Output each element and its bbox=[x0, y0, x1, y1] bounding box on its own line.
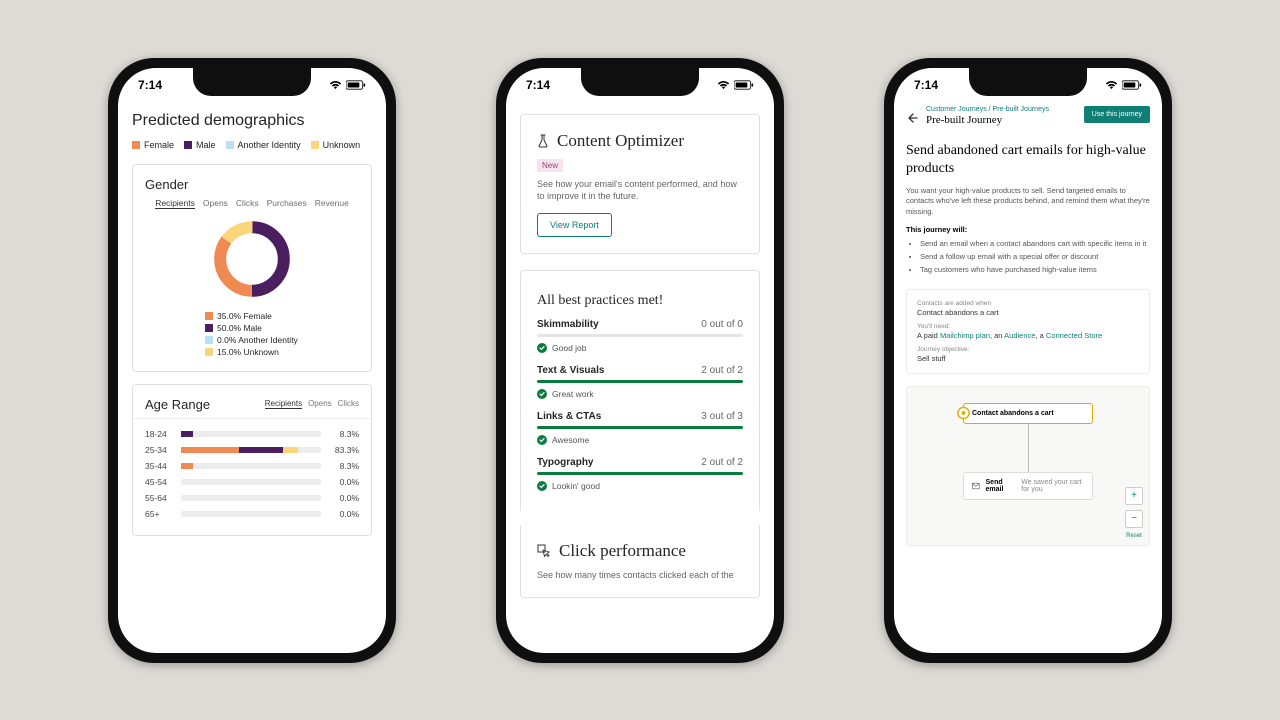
tab-opens[interactable]: Opens bbox=[203, 198, 228, 209]
age-card-title: Age Range bbox=[145, 397, 210, 412]
check-icon bbox=[537, 481, 547, 491]
journey-flow-canvas[interactable]: Contact abandons a cart Send email We sa… bbox=[906, 386, 1150, 546]
tab-recipients[interactable]: Recipients bbox=[265, 399, 302, 409]
battery-icon bbox=[346, 80, 366, 90]
age-row-18-24: 18-248.3% bbox=[145, 429, 359, 439]
age-row-35-44: 35-448.3% bbox=[145, 461, 359, 471]
wifi-icon bbox=[1105, 80, 1118, 90]
breadcrumb[interactable]: Customer Journeys / Pre-built Journeys bbox=[926, 106, 1049, 113]
new-badge: New bbox=[537, 159, 563, 172]
metric-text-visuals: Text & Visuals2 out of 2 Great work bbox=[537, 365, 743, 399]
swatch-female bbox=[132, 141, 140, 149]
practices-title: All best practices met! bbox=[537, 293, 743, 309]
age-row-25-34: 25-3483.3% bbox=[145, 445, 359, 455]
tab-clicks[interactable]: Clicks bbox=[236, 198, 259, 209]
click-performance-card: Click performance See how many times con… bbox=[520, 525, 760, 599]
status-time: 7:14 bbox=[526, 78, 550, 92]
metric-skimmability: Skimmability0 out of 0 Good job bbox=[537, 319, 743, 353]
flow-email-node[interactable]: Send email We saved your cart for you bbox=[963, 472, 1093, 500]
phone-demographics: 7:14 Predicted demographics Female Male … bbox=[108, 58, 396, 663]
practices-card: All best practices met! Skimmability0 ou… bbox=[520, 270, 760, 511]
notch bbox=[581, 68, 699, 96]
gender-card-title: Gender bbox=[145, 177, 359, 192]
page-title: Predicted demographics bbox=[132, 112, 372, 130]
link-audience[interactable]: Audience bbox=[1004, 331, 1035, 340]
status-time: 7:14 bbox=[914, 78, 938, 92]
journey-will-list: Send an email when a contact abandons ca… bbox=[920, 238, 1150, 276]
check-icon bbox=[537, 343, 547, 353]
swatch-male bbox=[184, 141, 192, 149]
age-row-45-54: 45-540.0% bbox=[145, 477, 359, 487]
journey-headline: Send abandoned cart emails for high-valu… bbox=[906, 142, 1150, 178]
flow-connector bbox=[1028, 424, 1029, 472]
phone-optimizer: 7:14 Content Optimizer New See how your … bbox=[496, 58, 784, 663]
phone-journey: 7:14 Customer Journeys / Pre-built Journ… bbox=[884, 58, 1172, 663]
link-mailchimp-plan[interactable]: Mailchimp plan bbox=[940, 331, 990, 340]
link-connected-store[interactable]: Connected Store bbox=[1046, 331, 1102, 340]
click-perf-desc: See how many times contacts clicked each… bbox=[537, 569, 743, 582]
journey-will-label: This journey will: bbox=[906, 225, 1150, 234]
donut-legend: 35.0% Female 50.0% Male 0.0% Another Ide… bbox=[205, 311, 359, 357]
back-arrow-icon[interactable] bbox=[906, 112, 918, 124]
breadcrumb-title: Pre-built Journey bbox=[926, 114, 1049, 126]
metric-typography: Typography2 out of 2 Lookin' good bbox=[537, 457, 743, 491]
start-point-icon bbox=[957, 407, 970, 420]
wifi-icon bbox=[717, 80, 730, 90]
legend: Female Male Another Identity Unknown bbox=[132, 140, 372, 150]
flow-start-node[interactable]: Contact abandons a cart bbox=[963, 403, 1093, 424]
tab-clicks[interactable]: Clicks bbox=[338, 399, 359, 409]
age-row-65: 65+0.0% bbox=[145, 509, 359, 519]
journey-info-box: Contacts are added when Contact abandons… bbox=[906, 289, 1150, 374]
flask-icon bbox=[537, 134, 549, 148]
zoom-out-button[interactable]: − bbox=[1125, 510, 1143, 528]
tab-recipients[interactable]: Recipients bbox=[155, 198, 195, 209]
age-tabs[interactable]: Recipients Opens Clicks bbox=[265, 399, 359, 409]
gender-tabs[interactable]: Recipients Opens Clicks Purchases Revenu… bbox=[145, 198, 359, 209]
click-icon bbox=[537, 544, 551, 558]
view-report-button[interactable]: View Report bbox=[537, 213, 612, 237]
tab-purchases[interactable]: Purchases bbox=[267, 198, 307, 209]
journey-desc: You want your high-value products to sel… bbox=[906, 186, 1150, 218]
zoom-reset-button[interactable]: Reset bbox=[1125, 533, 1143, 539]
envelope-icon bbox=[972, 481, 980, 491]
optimizer-card: Content Optimizer New See how your email… bbox=[520, 114, 760, 254]
battery-icon bbox=[734, 80, 754, 90]
zoom-controls: + − Reset bbox=[1125, 487, 1143, 539]
status-time: 7:14 bbox=[138, 78, 162, 92]
zoom-in-button[interactable]: + bbox=[1125, 487, 1143, 505]
click-perf-title: Click performance bbox=[559, 541, 686, 561]
battery-icon bbox=[1122, 80, 1142, 90]
age-card: Age Range Recipients Opens Clicks 18-248… bbox=[132, 384, 372, 536]
metric-links-ctas: Links & CTAs3 out of 3 Awesome bbox=[537, 411, 743, 445]
tab-revenue[interactable]: Revenue bbox=[315, 198, 349, 209]
age-row-55-64: 55-640.0% bbox=[145, 493, 359, 503]
swatch-another bbox=[226, 141, 234, 149]
check-icon bbox=[537, 389, 547, 399]
swatch-unknown bbox=[311, 141, 319, 149]
wifi-icon bbox=[329, 80, 342, 90]
gender-donut-chart bbox=[210, 217, 294, 301]
notch bbox=[193, 68, 311, 96]
optimizer-title: Content Optimizer bbox=[557, 131, 684, 151]
use-journey-button[interactable]: Use this journey bbox=[1084, 106, 1150, 123]
gender-card: Gender Recipients Opens Clicks Purchases… bbox=[132, 164, 372, 372]
check-icon bbox=[537, 435, 547, 445]
notch bbox=[969, 68, 1087, 96]
optimizer-desc: See how your email's content performed, … bbox=[537, 178, 743, 203]
tab-opens[interactable]: Opens bbox=[308, 399, 332, 409]
